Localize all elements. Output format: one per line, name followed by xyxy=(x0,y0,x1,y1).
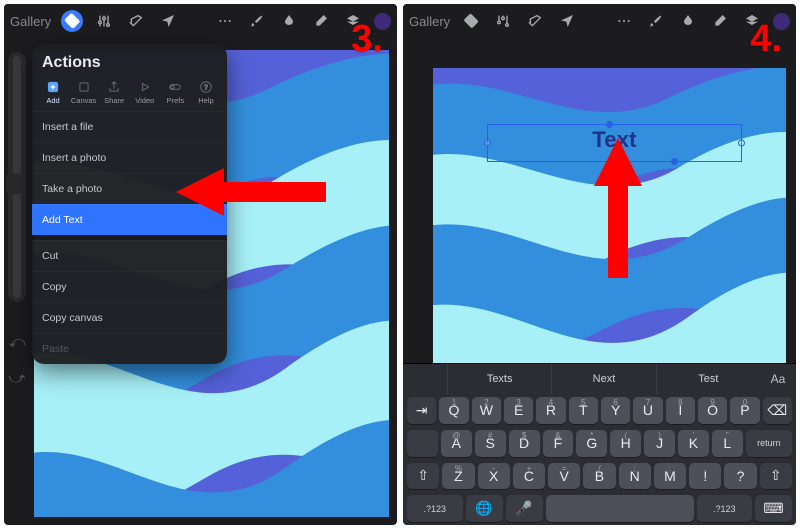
key-s[interactable]: #S xyxy=(475,430,506,457)
adjust-icon[interactable] xyxy=(492,10,514,32)
tab-canvas[interactable]: Canvas xyxy=(69,80,99,105)
key-o[interactable]: 9O xyxy=(698,397,727,424)
font-style-aa[interactable]: Aa xyxy=(760,364,796,394)
tab-video[interactable]: Video xyxy=(130,80,160,105)
more-icon[interactable] xyxy=(613,10,635,32)
row-copy-canvas[interactable]: Copy canvas xyxy=(32,302,227,333)
tutorial-arrow-up xyxy=(590,138,646,283)
suggestion-2[interactable]: Next xyxy=(551,364,655,394)
handle-right[interactable] xyxy=(738,140,745,147)
smudge-icon[interactable] xyxy=(278,10,300,32)
key-w[interactable]: 2W xyxy=(472,397,501,424)
selection-icon[interactable] xyxy=(524,10,546,32)
key-j[interactable]: )J xyxy=(644,430,675,457)
redo-icon[interactable]: ⤻ xyxy=(8,370,25,388)
key-return[interactable]: return xyxy=(746,430,792,457)
key-v[interactable]: =V xyxy=(548,463,580,490)
key-d[interactable]: $D xyxy=(509,430,540,457)
step-3-panel: 3. Gallery ⤺ ⤻ xyxy=(4,4,397,525)
key-f[interactable]: &F xyxy=(543,430,574,457)
key-⇥[interactable]: ⇥ xyxy=(407,397,436,424)
key-m[interactable]: :M xyxy=(654,463,686,490)
key-z[interactable]: %Z xyxy=(442,463,474,490)
key-y[interactable]: 6Y xyxy=(601,397,630,424)
key-r[interactable]: 4R xyxy=(536,397,565,424)
key-c[interactable]: +C xyxy=(513,463,545,490)
key-blank[interactable] xyxy=(407,430,438,457)
suggestion-3[interactable]: Test xyxy=(656,364,760,394)
onscreen-keyboard: Texts Next Test Aa ⇥1Q2W3E4R5T6Y7U8I9O0P… xyxy=(403,363,796,525)
key-🎤[interactable]: 🎤 xyxy=(506,495,543,522)
key-?[interactable]: .? xyxy=(724,463,756,490)
adjust-icon[interactable] xyxy=(93,10,115,32)
key-k[interactable]: 'K xyxy=(678,430,709,457)
row-cut[interactable]: Cut xyxy=(32,240,227,271)
move-icon[interactable] xyxy=(157,10,179,32)
step-4-panel: 4. Gallery Tex xyxy=(403,4,796,525)
top-toolbar-3: Gallery xyxy=(4,4,397,38)
key-⇧[interactable]: ⇧ xyxy=(760,463,792,490)
actions-icon[interactable] xyxy=(460,10,482,32)
popover-tabs: Add Canvas Share Video Prefs ?Help xyxy=(32,80,227,109)
key-⌨[interactable]: ⌨ xyxy=(755,495,792,522)
undo-icon[interactable]: ⤺ xyxy=(8,334,25,352)
row-insert-file[interactable]: Insert a file xyxy=(32,111,227,142)
row-copy[interactable]: Copy xyxy=(32,271,227,302)
side-rail-modify[interactable] xyxy=(6,174,26,194)
kbd-row-3: ⇧%Z-X+C=V/B; N:M,!.?⇧ xyxy=(403,460,796,493)
tab-prefs[interactable]: Prefs xyxy=(160,80,190,105)
eraser-icon[interactable] xyxy=(709,10,731,32)
key-e[interactable]: 3E xyxy=(504,397,533,424)
key-⌫[interactable]: ⌫ xyxy=(763,397,792,424)
key-🌐[interactable]: 🌐 xyxy=(466,495,503,522)
brush-icon[interactable] xyxy=(246,10,268,32)
svg-text:?: ? xyxy=(204,84,208,91)
caret-top[interactable] xyxy=(606,121,613,128)
handle-left[interactable] xyxy=(484,140,491,147)
key-p[interactable]: 0P xyxy=(730,397,759,424)
key-⇧[interactable]: ⇧ xyxy=(407,463,439,490)
suggestion-left-slot[interactable] xyxy=(403,364,447,394)
top-toolbar-4: Gallery xyxy=(403,4,796,38)
key-a[interactable]: @A xyxy=(441,430,472,457)
step-number-3: 3. xyxy=(351,18,383,61)
tutorial-arrow-left xyxy=(176,164,326,225)
key-h[interactable]: (H xyxy=(610,430,641,457)
kbd-row-2: @A#S$D&F*G(H)J'K"Lreturn xyxy=(403,427,796,460)
caret-bottom[interactable] xyxy=(671,158,678,165)
key-.?123[interactable]: .?123 xyxy=(407,495,463,522)
kbd-row-1: ⇥1Q2W3E4R5T6Y7U8I9O0P⌫ xyxy=(403,394,796,427)
popover-title: Actions xyxy=(32,44,227,80)
gallery-button[interactable]: Gallery xyxy=(10,14,51,29)
move-icon[interactable] xyxy=(556,10,578,32)
key-b[interactable]: /B xyxy=(583,463,615,490)
smudge-icon[interactable] xyxy=(677,10,699,32)
key-q[interactable]: 1Q xyxy=(439,397,468,424)
key-n[interactable]: ; N xyxy=(619,463,651,490)
more-icon[interactable] xyxy=(214,10,236,32)
brush-icon[interactable] xyxy=(645,10,667,32)
key-g[interactable]: *G xyxy=(576,430,607,457)
key-x[interactable]: -X xyxy=(478,463,510,490)
key-.?123[interactable]: .?123 xyxy=(697,495,753,522)
gallery-button[interactable]: Gallery xyxy=(409,14,450,29)
actions-icon[interactable] xyxy=(61,10,83,32)
tab-share[interactable]: Share xyxy=(99,80,129,105)
selection-icon[interactable] xyxy=(125,10,147,32)
tab-add[interactable]: Add xyxy=(38,80,68,105)
key-l[interactable]: "L xyxy=(712,430,743,457)
key-[interactable] xyxy=(546,495,694,522)
row-paste[interactable]: Paste xyxy=(32,333,227,364)
key-![interactable]: ,! xyxy=(689,463,721,490)
key-i[interactable]: 8I xyxy=(666,397,695,424)
tab-help[interactable]: ?Help xyxy=(191,80,221,105)
suggestion-1[interactable]: Texts xyxy=(447,364,551,394)
eraser-icon[interactable] xyxy=(310,10,332,32)
key-t[interactable]: 5T xyxy=(569,397,598,424)
side-rail-undoredo: ⤺ ⤻ xyxy=(8,334,26,388)
key-u[interactable]: 7U xyxy=(633,397,662,424)
step-number-4: 4. xyxy=(750,18,782,61)
suggestion-bar: Texts Next Test Aa xyxy=(403,364,796,394)
kbd-row-4: .?123🌐🎤 .?123⌨ xyxy=(403,492,796,525)
